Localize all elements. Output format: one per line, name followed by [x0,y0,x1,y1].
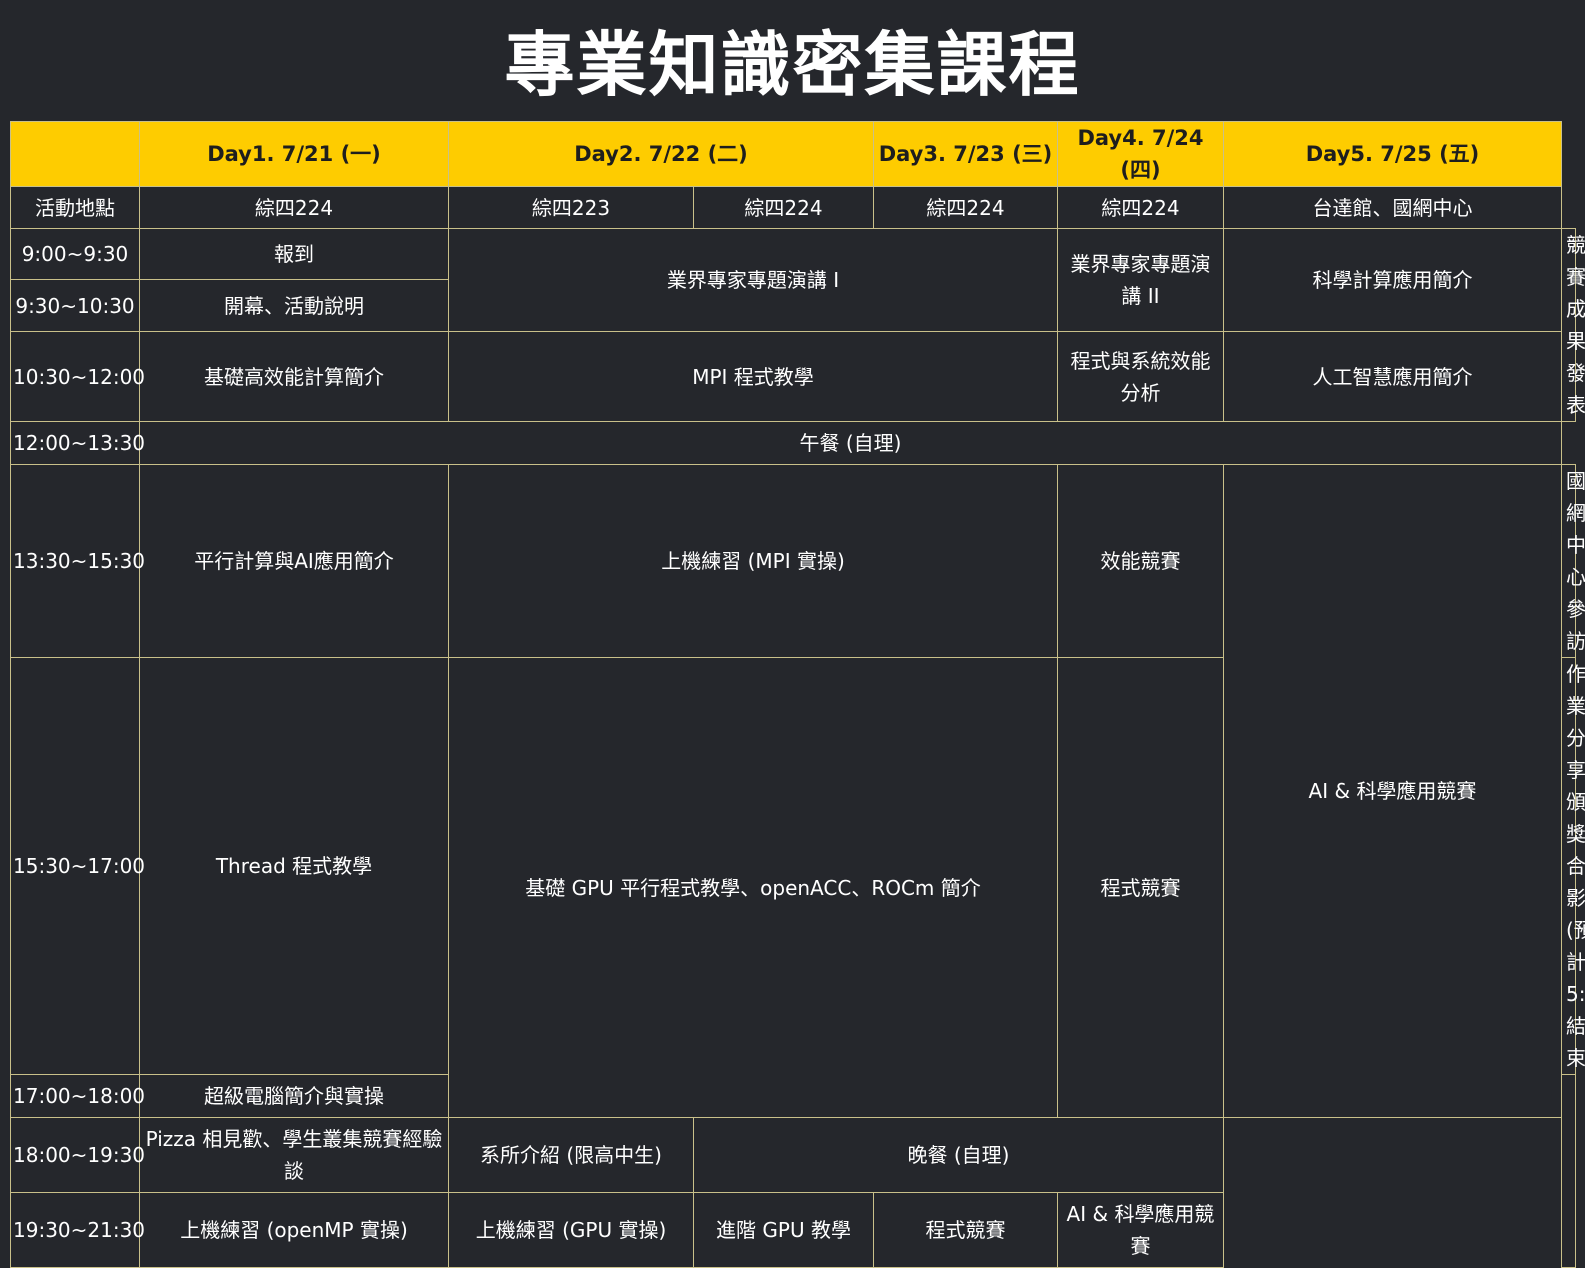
empty-cell [1561,1074,1576,1268]
session-d4-ai-contest-evening: AI & 科學應用競賽 [1057,1192,1224,1268]
session-d1-parallel-ai: 平行計算與AI應用簡介 [139,464,449,658]
venue-day3: 綜四224 [873,186,1058,229]
schedule-row-1030: 10:30~12:00 基礎高效能計算簡介 MPI 程式教學 程式與系統效能分析… [10,331,1576,422]
time-slot: 19:30~21:30 [10,1192,145,1268]
time-slot: 17:00~18:00 [10,1074,145,1118]
session-dinner: 晚餐 (自理) [693,1117,1224,1193]
schedule-row-0900: 9:00~9:30 報到 業界專家專題演講 I 業界專家專題演講 II 科學計算… [10,227,1585,422]
session-d1-opening: 開幕、活動說明 [139,278,449,333]
session-d1-hpc-intro: 基礎高效能計算簡介 [139,331,449,422]
header-day5: Day5. 7/25 (五) [1223,121,1562,187]
session-d2-gpu: 基礎 GPU 平行程式教學、openACC、ROCm 簡介 [448,657,1058,1118]
venue-day1: 綜四224 [139,186,449,229]
session-d3-perf-contest: 效能競賽 [1057,464,1224,658]
session-d1-lab-openmp: 上機練習 (openMP 實操) [139,1192,449,1268]
page-title: 專業知識密集課程 [504,23,1081,106]
venue-label: 活動地點 [10,186,140,229]
header-row: Day1. 7/21 (一) Day2. 7/22 (二) Day3. 7/23… [10,121,1576,187]
session-d4-sci-intro: 科學計算應用簡介 [1223,227,1562,333]
schedule-row-1200: 12:00~13:30 午餐 (自理) [10,421,1576,465]
session-d2-lab-gpu: 上機練習 (GPU 實操) [448,1192,694,1268]
header-corner [10,121,140,187]
session-d2-dept-intro: 系所介紹 (限高中生) [448,1117,694,1193]
time-slot: 9:00~9:30 [10,228,140,280]
schedule-row-1800: 18:00~19:30 Pizza 相見歡、學生叢集競賽經驗談 系所介紹 (限高… [10,1117,1576,1193]
session-d5-nchc-visit: 國網中心參訪 [1561,464,1585,658]
schedule-row-1330: 13:30~15:30 平行計算與AI應用簡介 上機練習 (MPI 實操) 效能… [10,464,1585,1118]
session-d4-ai-intro: 人工智慧應用簡介 [1223,331,1562,422]
venue-day2-a: 綜四223 [448,186,694,229]
venue-day4: 綜四224 [1057,186,1224,229]
time-slot: 12:00~13:30 [10,421,145,465]
time-slot: 9:30~10:30 [10,278,140,333]
session-d2-mpi: MPI 程式教學 [448,331,1058,422]
session-d1-thread: Thread 程式教學 [139,657,449,1075]
session-d4-ai-contest: AI & 科學應用競賽 [1223,464,1562,1118]
venue-day5: 台達館、國網中心 [1223,186,1562,229]
time-slot: 18:00~19:30 [10,1117,145,1193]
session-d3-code-contest-evening: 程式競賽 [873,1192,1058,1268]
session-d1-supercomputer: 超級電腦簡介與實操 [139,1074,449,1118]
venue-day2-b: 綜四224 [693,186,874,229]
venue-row: 活動地點 綜四224 綜四223 綜四224 綜四224 綜四224 台達館、國… [10,186,1576,229]
session-d5-results: 競賽成果發表 [1561,228,1585,422]
header-day2: Day2. 7/22 (二) [448,121,874,187]
time-slot: 15:30~17:00 [10,657,145,1075]
session-d3-code-contest: 程式競賽 [1057,657,1224,1118]
schedule-row-1930: 19:30~21:30 上機練習 (openMP 實操) 上機練習 (GPU 實… [10,1192,1576,1268]
session-d3-expert-talk: 業界專家專題演講 II [1057,227,1224,333]
time-slot: 10:30~12:00 [10,331,145,422]
time-slot: 13:30~15:30 [10,464,145,658]
header-day1: Day1. 7/21 (一) [139,121,449,187]
header-day3: Day3. 7/23 (三) [873,121,1058,187]
session-d3-perf-analysis: 程式與系統效能分析 [1057,331,1224,422]
session-d2-adv-gpu: 進階 GPU 教學 [693,1192,874,1268]
header-day4: Day4. 7/24 (四) [1057,121,1224,187]
session-d2-expert-talk: 業界專家專題演講 I [448,227,1058,333]
schedule-table: Day1. 7/21 (一) Day2. 7/22 (二) Day3. 7/23… [10,121,1585,1268]
session-d2-lab-mpi: 上機練習 (MPI 實操) [448,464,1058,658]
schedule-page: 專業知識密集課程 Day1. 7/21 (一) Day2. 7/22 (二) D… [0,0,1585,1268]
session-d1-pizza: Pizza 相見歡、學生叢集競賽經驗談 [139,1117,449,1193]
session-d1-checkin: 報到 [139,228,449,280]
session-lunch: 午餐 (自理) [139,421,1562,465]
session-d5-sharing: 作業分享、頒獎合影 (預計5:30pm結束) [1561,657,1585,1075]
